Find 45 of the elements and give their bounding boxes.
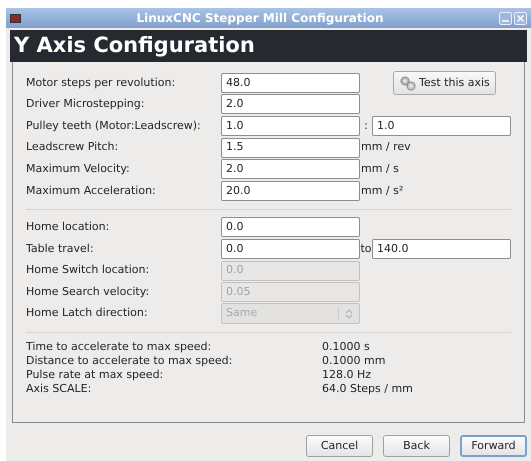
input-field[interactable]: 48.0 — [221, 72, 360, 93]
info-value: 0.1000 mm — [322, 354, 386, 368]
separator-label: : — [363, 118, 369, 134]
window-menu-icon[interactable] — [10, 14, 21, 22]
info-label: Pulse rate at max speed: — [26, 368, 164, 382]
field-label: Pulley teeth (Motor:Leadscrew): — [26, 118, 202, 134]
unit-label: mm / s² — [361, 182, 404, 199]
field-label: Home Switch location: — [26, 262, 150, 278]
field-label: Maximum Velocity: — [26, 160, 131, 177]
input-field[interactable]: 2.0 — [221, 159, 360, 180]
info-label: Time to accelerate to max speed: — [26, 340, 212, 354]
page-heading: Y Axis Configuration — [14, 32, 255, 60]
dialog-button[interactable]: Back — [383, 435, 450, 457]
input-field[interactable]: 0.0 — [221, 238, 360, 259]
field-label: Home location: — [26, 219, 110, 236]
separator-label: to — [360, 240, 372, 257]
dialog-button[interactable]: Cancel — [306, 435, 373, 457]
field-label: Driver Microstepping: — [26, 96, 146, 112]
unit-label: mm / s — [361, 160, 399, 177]
input-field[interactable]: 1.0 — [372, 116, 511, 136]
gears-icon — [399, 74, 417, 91]
field-label: Home Latch direction: — [26, 305, 149, 322]
input-field[interactable]: 20.0 — [221, 180, 360, 201]
input-field[interactable]: 1.5 — [221, 138, 360, 158]
input-field[interactable]: 140.0 — [372, 238, 511, 259]
input-field[interactable]: 1.0 — [221, 116, 360, 136]
field-label: Home Search velocity: — [26, 284, 150, 300]
spinner-arrows-icon — [345, 308, 353, 319]
field-label: Leadscrew Pitch: — [26, 139, 120, 156]
info-label: Distance to accelerate to max speed: — [26, 354, 234, 368]
info-value: 128.0 Hz — [322, 368, 372, 382]
info-label: Axis SCALE: — [26, 382, 92, 396]
info-value: 0.1000 s — [322, 340, 370, 354]
dialog-button[interactable]: Forward — [460, 435, 527, 457]
input-field[interactable]: 2.0 — [221, 94, 360, 114]
info-value: 64.0 Steps / mm — [322, 382, 413, 396]
field-label: Motor steps per revolution: — [26, 74, 176, 91]
window-title: LinuxCNC Stepper Mill Configuration — [135, 10, 385, 27]
close-icon[interactable] — [514, 12, 527, 24]
unit-label: mm / rev — [361, 139, 411, 156]
input-field[interactable]: 0.0 — [221, 217, 360, 238]
test-axis-button[interactable]: Test this axis — [393, 70, 496, 95]
minimize-icon[interactable] — [499, 12, 512, 24]
field-label: Table travel: — [26, 240, 95, 257]
field-label: Maximum Acceleration: — [26, 182, 157, 199]
